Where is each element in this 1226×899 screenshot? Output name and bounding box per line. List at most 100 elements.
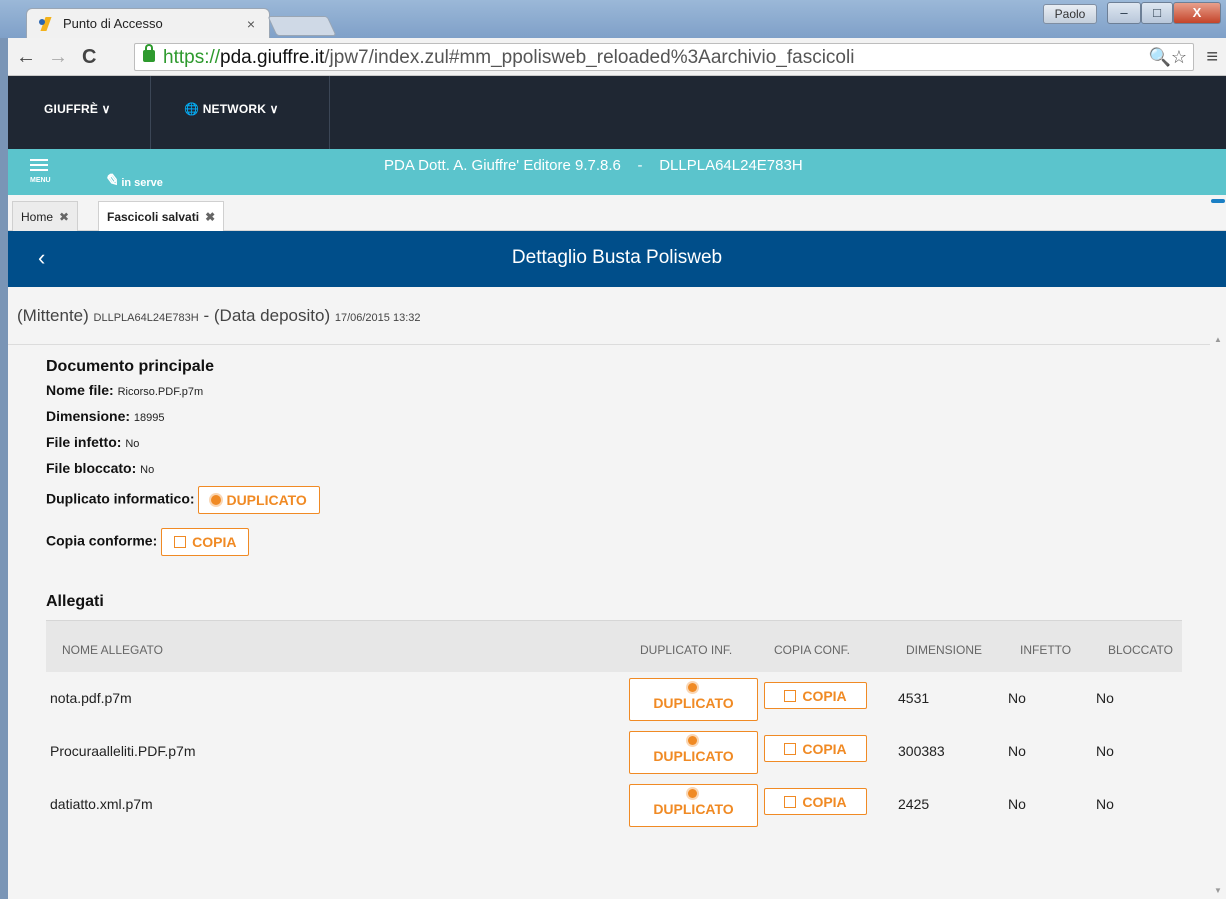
maximize-button[interactable]: □ — [1141, 2, 1173, 24]
scrollbar[interactable]: ▲ ▼ — [1210, 331, 1226, 899]
copia-button[interactable]: COPIA — [764, 735, 867, 762]
tab-fascicoli-label: Fascicoli salvati — [107, 210, 200, 224]
back-arrow-icon[interactable]: ← — [16, 46, 36, 69]
duplicato-button[interactable]: DUPLICATO — [629, 731, 758, 774]
copy-icon — [174, 536, 187, 548]
url-scheme: https:// — [163, 47, 221, 68]
new-tab-button[interactable] — [267, 16, 337, 36]
col-duplicato: DUPLICATO INF. — [640, 643, 733, 657]
page-header: ‹ Dettaglio Busta Polisweb — [8, 231, 1226, 287]
copia-button-label: COPIA — [802, 794, 847, 810]
infetto-row: File infetto: No — [46, 434, 320, 460]
sun-icon — [688, 789, 697, 798]
infetto-label: File infetto: — [46, 434, 122, 450]
dimensione-label: Dimensione: — [46, 408, 131, 424]
col-bloccato: BLOCCATO — [1108, 643, 1173, 657]
minimize-button[interactable]: – — [1107, 2, 1141, 24]
dimensione-value: 18995 — [133, 412, 165, 424]
scroll-up-icon[interactable]: ▲ — [1214, 335, 1222, 344]
address-toolbar: ← → C https://pda.giuffre.it/jpw7/index.… — [8, 38, 1226, 76]
dimensione-row: Dimensione: 18995 — [46, 408, 320, 434]
cell-infetto: No — [1008, 743, 1026, 759]
col-dimensione: DIMENSIONE — [906, 643, 983, 657]
copia-button-label: COPIA — [192, 534, 237, 550]
copia-button[interactable]: COPIA — [161, 528, 250, 556]
data-deposito-label: (Data deposito) — [213, 306, 331, 325]
nome-file-label: Nome file: — [46, 382, 114, 398]
cell-bloccato: No — [1096, 796, 1114, 812]
browser-tab-title: Punto di Accesso — [63, 16, 163, 31]
bloccato-row: File bloccato: No — [46, 460, 320, 486]
top-navigation: GIUFFRÈ ∨ 🌐 NETWORK ∨ — [8, 76, 1226, 149]
lock-icon — [143, 44, 155, 62]
table-row: Procuraalleliti.PDF.p7m DUPLICATO COPIA … — [46, 725, 1182, 778]
copia-button[interactable]: COPIA — [764, 682, 867, 709]
scroll-down-icon[interactable]: ▼ — [1214, 886, 1222, 895]
cell-bloccato: No — [1096, 743, 1114, 759]
tab-home-label: Home — [21, 210, 54, 224]
mini-indicator — [1211, 199, 1225, 203]
duplicato-button-label: DUPLICATO — [653, 695, 734, 711]
allegati-heading: Allegati — [46, 593, 104, 610]
browser-tab[interactable]: Punto di Accesso × — [26, 8, 270, 38]
duplicato-button[interactable]: DUPLICATO — [629, 784, 758, 827]
cell-nome: Procuraalleliti.PDF.p7m — [50, 743, 196, 759]
tab-fascicoli-salvati[interactable]: Fascicoli salvati ✖ — [98, 201, 225, 231]
zoom-bookmark-icon[interactable]: 🔍☆ — [1148, 47, 1187, 68]
close-window-button[interactable]: X — [1173, 2, 1221, 24]
duplicato-button[interactable]: DUPLICATO — [198, 486, 320, 514]
cell-bloccato: No — [1096, 690, 1114, 706]
divider — [8, 344, 1226, 345]
in-serve-button[interactable]: ✎ in serve — [104, 171, 163, 191]
hamburger-menu-icon[interactable] — [30, 159, 48, 174]
copia-label: Copia conforme: — [46, 532, 158, 549]
url-path: /jpw7/index.zul#mm_ppolisweb_reloaded%3A… — [324, 47, 855, 68]
nav-divider — [150, 76, 151, 149]
giuffre-menu[interactable]: GIUFFRÈ ∨ — [44, 102, 111, 116]
copia-row: Copia conforme: COPIA — [46, 528, 320, 556]
col-copia: COPIA CONF. — [774, 643, 851, 657]
nome-file-row: Nome file: Ricorso.PDF.p7m — [46, 382, 320, 408]
mittente-label: (Mittente) — [17, 306, 89, 325]
site-favicon-icon — [39, 17, 53, 31]
bloccato-label: File bloccato: — [46, 460, 137, 476]
cell-dimensione: 4531 — [898, 690, 930, 706]
duplicato-button[interactable]: DUPLICATO — [629, 678, 758, 721]
tab-home[interactable]: Home ✖ — [12, 201, 79, 231]
edit-icon: ✎ — [104, 171, 119, 190]
copy-icon — [784, 743, 797, 755]
duplicato-row: Duplicato informatico: DUPLICATO — [46, 486, 320, 528]
in-serve-label: in serve — [121, 177, 163, 189]
bloccato-value: No — [140, 464, 155, 476]
copy-icon — [784, 796, 797, 808]
copia-button[interactable]: COPIA — [764, 788, 867, 815]
table-row: datiatto.xml.p7m DUPLICATO COPIA 2425 No… — [46, 778, 1182, 831]
window-titlebar: Punto di Accesso × Paolo – □ X — [0, 0, 1226, 38]
documento-heading: Documento principale — [46, 358, 215, 375]
cell-nome: nota.pdf.p7m — [50, 690, 132, 706]
sun-icon — [688, 736, 697, 745]
cell-infetto: No — [1008, 796, 1026, 812]
close-icon[interactable]: ✖ — [205, 210, 215, 224]
network-menu[interactable]: 🌐 NETWORK ∨ — [184, 102, 279, 116]
reload-icon[interactable]: C — [82, 46, 96, 69]
copia-button-label: COPIA — [802, 741, 847, 757]
page-title: Dettaglio Busta Polisweb — [511, 247, 723, 268]
infetto-value: No — [125, 438, 140, 450]
cell-dimensione: 300383 — [898, 743, 945, 759]
menu-label: MENU — [30, 177, 51, 184]
url-bar[interactable]: https://pda.giuffre.it/jpw7/index.zul#mm… — [134, 43, 1194, 71]
forward-arrow-icon[interactable]: → — [48, 46, 68, 69]
globe-icon: 🌐 — [184, 102, 203, 116]
duplicato-button-label: DUPLICATO — [226, 492, 307, 508]
col-infetto: INFETTO — [1020, 643, 1072, 657]
sun-icon — [211, 495, 222, 505]
browser-menu-icon[interactable]: ≡ — [1206, 46, 1218, 69]
close-tab-icon[interactable]: × — [247, 16, 255, 32]
url-text[interactable]: https://pda.giuffre.it/jpw7/index.zul#mm… — [163, 47, 854, 69]
duplicato-button-label: DUPLICATO — [653, 801, 734, 817]
documento-principale: Documento principale Nome file: Ricorso.… — [46, 358, 320, 556]
close-icon[interactable]: ✖ — [59, 210, 69, 224]
profile-button[interactable]: Paolo — [1043, 4, 1097, 24]
app-viewport: GIUFFRÈ ∨ 🌐 NETWORK ∨ MENU ✎ in serve PD… — [8, 76, 1226, 899]
